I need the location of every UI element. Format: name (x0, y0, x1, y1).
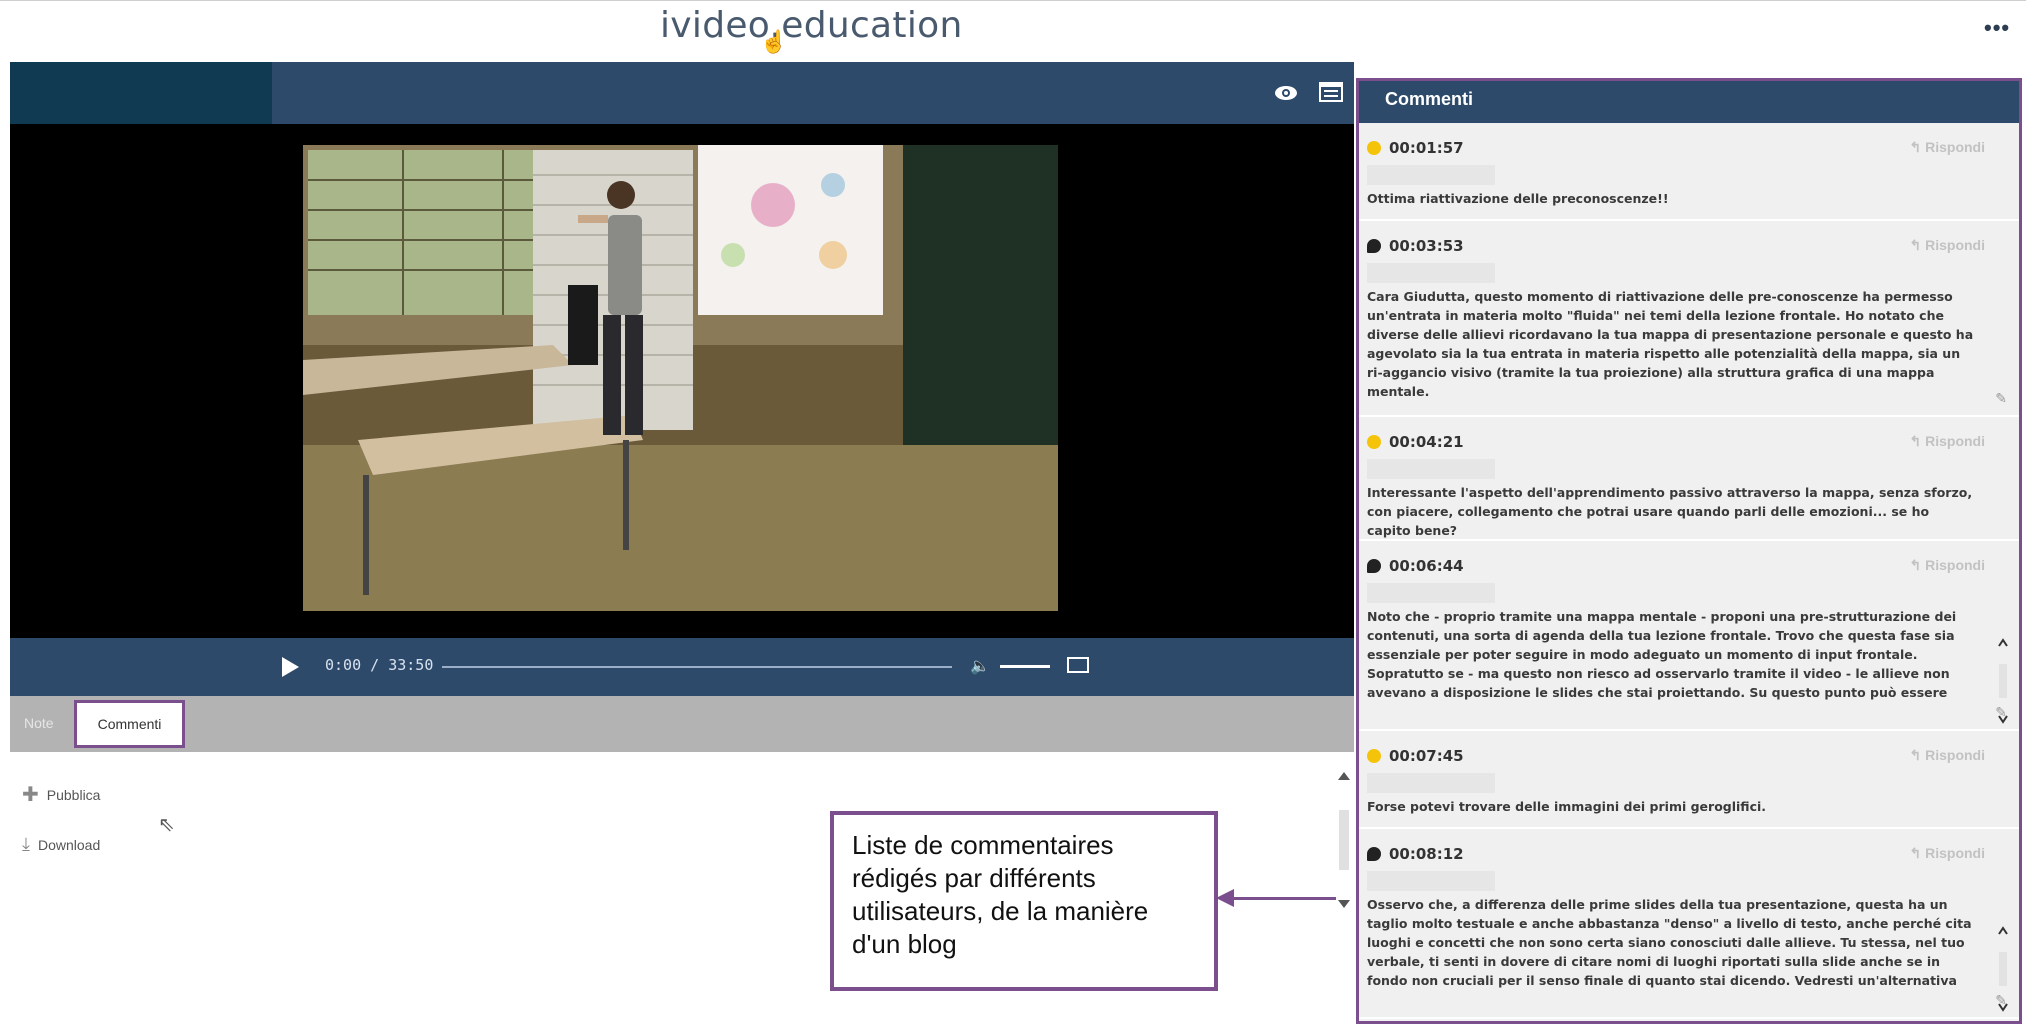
comment-bubble-icon (1367, 239, 1381, 253)
reply-label: Rispondi (1925, 845, 1985, 861)
reply-button[interactable]: ↰ Rispondi (1909, 237, 1985, 254)
volume-slider[interactable] (1000, 665, 1050, 668)
player-header-bar (10, 62, 1354, 124)
reply-label: Rispondi (1925, 747, 1985, 763)
comment-time[interactable]: 00:06:44 (1389, 557, 1464, 575)
comment-text: Interessante l'aspetto dell'apprendiment… (1367, 485, 1973, 538)
volume-icon[interactable]: 🔈 (970, 656, 990, 676)
play-icon[interactable] (280, 656, 300, 678)
comment-time[interactable]: 00:03:53 (1389, 237, 1464, 255)
reply-button[interactable]: ↰ Rispondi (1909, 557, 1985, 574)
reply-button[interactable]: ↰ Rispondi (1909, 433, 1985, 450)
comment-item: 00:08:12 ↰ Rispondi Osservo che, a diffe… (1359, 829, 2019, 1019)
plus-icon: ✚ (22, 784, 39, 806)
pubblica-button[interactable]: ✚ Pubblica (22, 782, 100, 807)
callout-arrow-line (1232, 897, 1336, 900)
comment-marker-icon (1367, 749, 1381, 763)
comment-item: 00:04:21 ↰ Rispondi Interessante l'aspet… (1359, 417, 2019, 541)
more-menu-button[interactable]: ••• (1984, 15, 2010, 41)
comment-scrollbar[interactable] (1997, 636, 2009, 726)
comment-author-placeholder (1367, 871, 1495, 891)
comment-item: 00:03:53 ↰ Rispondi Cara Giudutta, quest… (1359, 221, 2019, 417)
classroom-video-frame[interactable] (303, 145, 1058, 611)
brand-logo[interactable]: ivideo.education (660, 5, 963, 46)
reply-button[interactable]: ↰ Rispondi (1909, 747, 1985, 764)
comment-item: 00:01:57 ↰ Rispondi Ottima riattivazione… (1359, 123, 2019, 221)
download-button[interactable]: ⤓ Download (22, 834, 100, 855)
comment-scrollbar[interactable] (1997, 924, 2009, 1014)
annotation-callout: Liste de commentaires rédigés par différ… (830, 811, 1218, 991)
comment-author-placeholder (1367, 583, 1495, 603)
reply-label: Rispondi (1925, 433, 1985, 449)
comment-author-placeholder (1367, 165, 1495, 185)
comment-item: 00:07:45 ↰ Rispondi Forse potevi trovare… (1359, 731, 2019, 829)
comment-marker-icon (1367, 141, 1381, 155)
comment-author-placeholder (1367, 263, 1495, 283)
comment-time[interactable]: 00:04:21 (1389, 433, 1464, 451)
time-display: 0:00 / 33:50 (325, 656, 434, 674)
mouse-pointer-icon: ⇖ (158, 814, 175, 836)
comment-time[interactable]: 00:08:12 (1389, 845, 1464, 863)
progress-bar[interactable] (442, 666, 952, 668)
comment-time[interactable]: 00:07:45 (1389, 747, 1464, 765)
eye-icon[interactable] (1272, 80, 1300, 106)
player-header-dark-block (10, 62, 272, 124)
comment-marker-icon (1367, 435, 1381, 449)
left-scrollbar[interactable] (1336, 770, 1352, 910)
fullscreen-icon[interactable] (1067, 657, 1089, 673)
download-icon: ⤓ (22, 834, 30, 854)
tab-commenti[interactable]: Commenti (74, 700, 185, 748)
comment-text: Noto che - proprio tramite una mappa men… (1367, 609, 1957, 700)
comment-author-placeholder (1367, 773, 1495, 793)
video-controls: 0:00 / 33:50 🔈 (10, 638, 1354, 696)
hand-cursor-icon: ☝ (760, 29, 788, 54)
video-player[interactable] (10, 124, 1354, 638)
comments-panel: Commenti 00:01:57 ↰ Rispondi Ottima riat… (1356, 78, 2022, 1024)
reply-label: Rispondi (1925, 139, 1985, 155)
edit-icon[interactable]: ✎ (1995, 390, 2007, 407)
pubblica-label: Pubblica (46, 786, 101, 803)
comment-text: Osservo che, a differenza delle prime sl… (1367, 897, 1972, 988)
reply-label: Rispondi (1925, 557, 1985, 573)
comment-item: 00:06:44 ↰ Rispondi Noto che - proprio t… (1359, 541, 2019, 731)
download-label: Download (37, 836, 101, 853)
comment-bubble-icon (1367, 559, 1381, 573)
comment-bubble-icon (1367, 847, 1381, 861)
comment-time[interactable]: 00:01:57 (1389, 139, 1464, 157)
tab-note[interactable]: Note (24, 715, 54, 731)
reply-label: Rispondi (1925, 237, 1985, 253)
comment-text: Ottima riattivazione delle preconoscenze… (1367, 191, 1669, 206)
reply-button[interactable]: ↰ Rispondi (1909, 845, 1985, 862)
comment-author-placeholder (1367, 459, 1495, 479)
comments-panel-title: Commenti (1359, 81, 2019, 123)
list-icon[interactable] (1317, 79, 1345, 105)
top-bar: ivideo.education ☝ ••• (0, 0, 2026, 60)
reply-button[interactable]: ↰ Rispondi (1909, 139, 1985, 156)
tab-bar: Note Commenti (10, 696, 1354, 752)
comment-text: Cara Giudutta, questo momento di riattiv… (1367, 289, 1974, 399)
comment-text: Forse potevi trovare delle immagini dei … (1367, 799, 1767, 814)
